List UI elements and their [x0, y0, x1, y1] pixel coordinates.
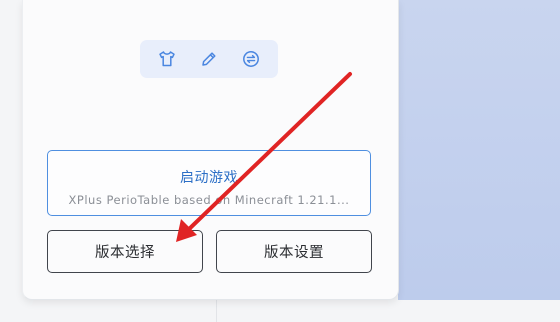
background-panel	[398, 0, 560, 322]
shirt-icon[interactable]	[152, 44, 182, 74]
lower-content-area	[216, 300, 560, 322]
launch-game-button[interactable]: 启动游戏 XPlus PerioTable based on Minecraft…	[47, 150, 371, 216]
launcher-window: 启动游戏 XPlus PerioTable based on Minecraft…	[0, 0, 560, 322]
launch-game-label: 启动游戏	[180, 170, 238, 186]
swap-icon[interactable]	[236, 44, 266, 74]
divider	[216, 300, 217, 322]
version-select-button[interactable]: 版本选择	[47, 230, 203, 273]
selected-version-label: XPlus PerioTable based on Minecraft 1.21…	[68, 193, 350, 207]
version-settings-button[interactable]: 版本设置	[216, 230, 372, 273]
pencil-icon[interactable]	[194, 44, 224, 74]
quick-actions-bar	[140, 40, 278, 78]
